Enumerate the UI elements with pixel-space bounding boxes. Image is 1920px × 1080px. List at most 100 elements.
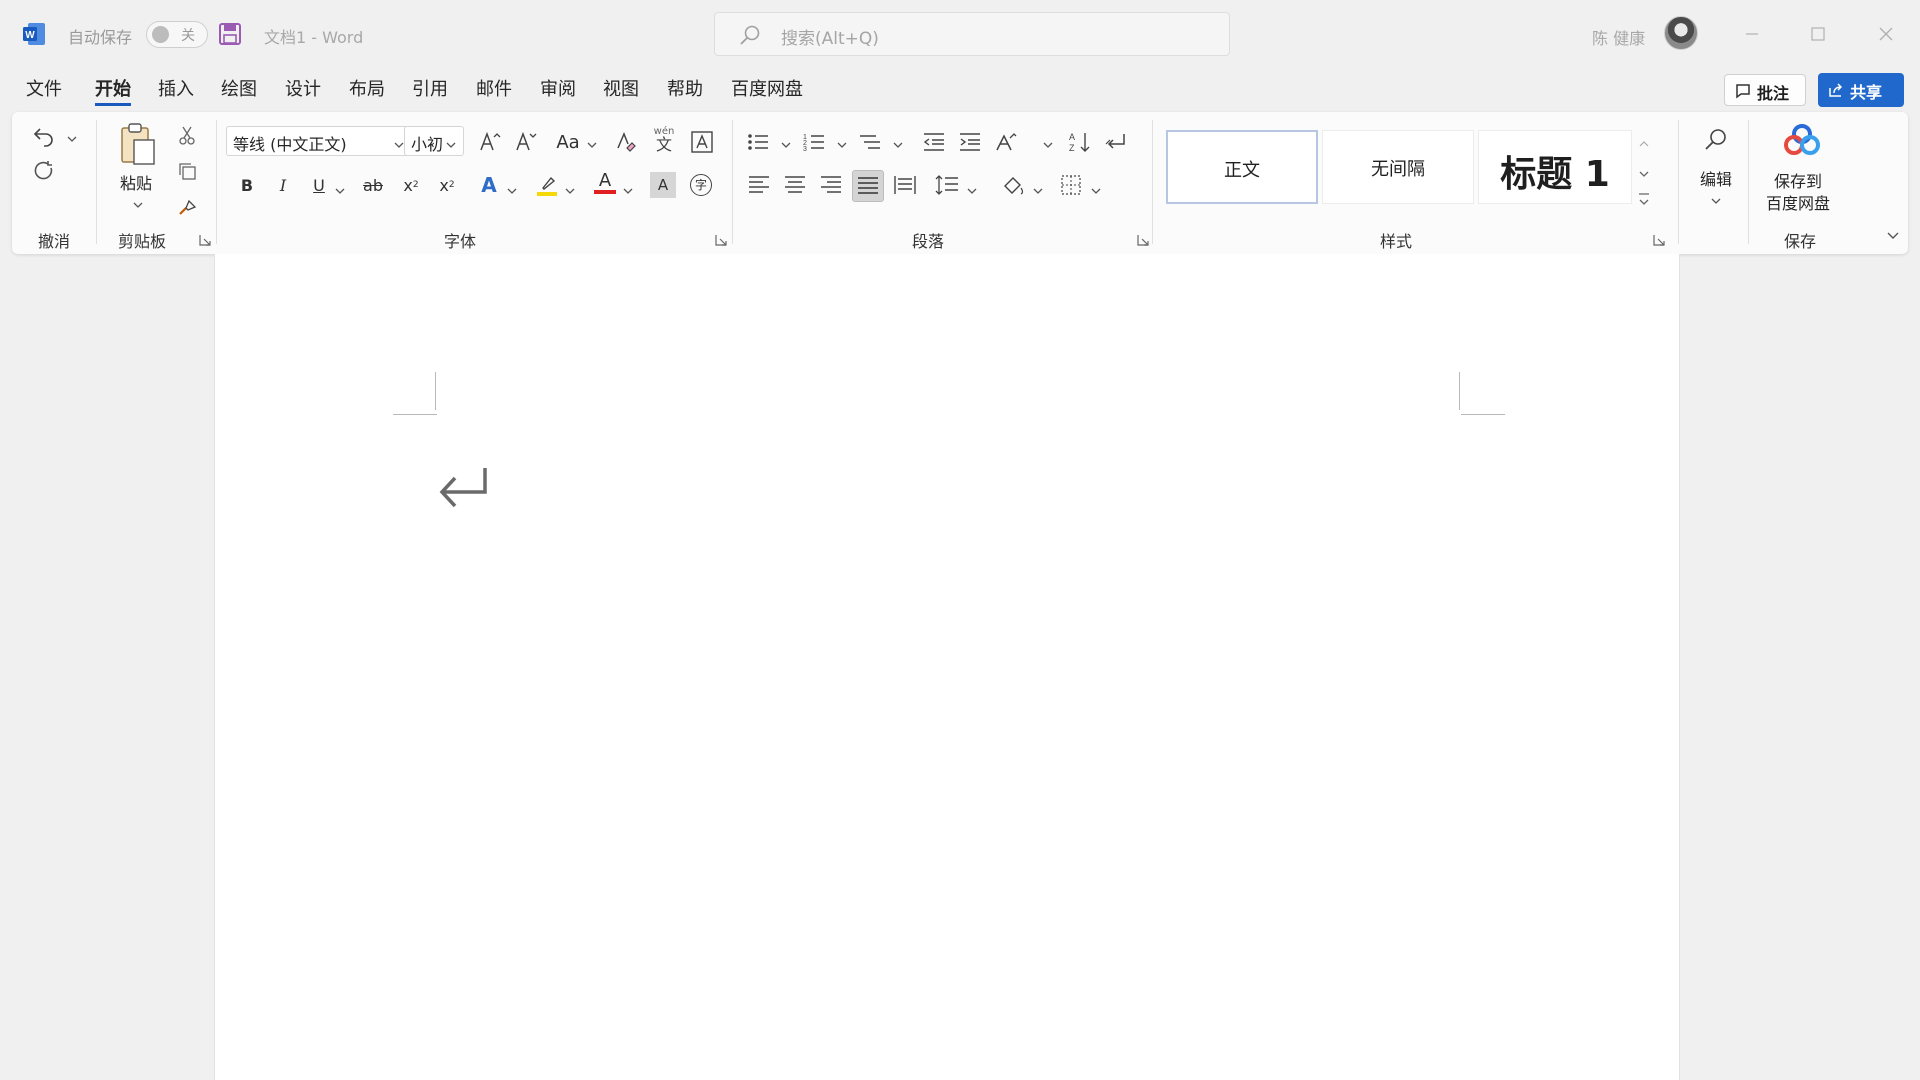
align-right-icon[interactable] bbox=[818, 172, 844, 198]
text-effects-dropdown-icon[interactable] bbox=[506, 182, 518, 194]
highlight-icon[interactable] bbox=[534, 172, 560, 198]
tab-file[interactable]: 文件 bbox=[26, 76, 62, 106]
phonetic-guide-button[interactable]: wén 文 bbox=[648, 124, 680, 156]
undo-dropdown-icon[interactable] bbox=[66, 130, 78, 142]
bullets-dropdown-icon[interactable] bbox=[780, 136, 792, 148]
autosave-toggle[interactable]: 关 bbox=[146, 21, 208, 48]
avatar[interactable] bbox=[1664, 16, 1698, 50]
align-center-icon[interactable] bbox=[782, 172, 808, 198]
tab-design[interactable]: 设计 bbox=[285, 76, 321, 106]
tab-home[interactable]: 开始 bbox=[95, 76, 131, 106]
save-group-label: 保存 bbox=[1784, 232, 1817, 251]
tab-insert[interactable]: 插入 bbox=[158, 76, 194, 106]
subscript-glyph: 2 bbox=[412, 180, 419, 190]
find-icon[interactable] bbox=[1700, 124, 1732, 156]
user-name[interactable]: 陈 健康 bbox=[1592, 25, 1645, 49]
shading-dropdown-icon[interactable] bbox=[1032, 182, 1044, 194]
character-border-icon[interactable] bbox=[686, 126, 718, 158]
justify-icon[interactable] bbox=[852, 170, 884, 202]
tab-references[interactable]: 引用 bbox=[412, 76, 448, 106]
bold-button[interactable]: B bbox=[234, 172, 260, 198]
distributed-icon[interactable] bbox=[892, 172, 918, 198]
tab-help[interactable]: 帮助 bbox=[667, 76, 703, 106]
enclose-characters-button[interactable]: 字 bbox=[688, 172, 714, 198]
font-launcher-icon[interactable] bbox=[714, 232, 728, 246]
save-icon[interactable] bbox=[218, 22, 242, 46]
cut-icon[interactable] bbox=[174, 122, 200, 148]
styles-gallery-scroll[interactable] bbox=[1634, 130, 1654, 212]
borders-icon[interactable] bbox=[1058, 172, 1084, 198]
sort-icon[interactable]: AZ bbox=[1064, 126, 1096, 158]
baidu-netdisk-icon[interactable] bbox=[1782, 122, 1822, 158]
tab-draw[interactable]: 绘图 bbox=[221, 76, 257, 106]
undo-icon[interactable] bbox=[28, 120, 60, 152]
align-left-icon[interactable] bbox=[746, 172, 772, 198]
redo-icon[interactable] bbox=[28, 156, 60, 188]
borders-dropdown-icon[interactable] bbox=[1090, 182, 1102, 194]
paste-dropdown-icon[interactable] bbox=[132, 196, 144, 208]
italic-button[interactable]: I bbox=[270, 172, 296, 198]
close-icon[interactable] bbox=[1868, 16, 1904, 52]
tab-view[interactable]: 视图 bbox=[603, 76, 639, 106]
format-painter-icon[interactable] bbox=[174, 194, 200, 220]
comments-button[interactable]: 批注 bbox=[1724, 74, 1806, 106]
underline-button[interactable]: U bbox=[306, 172, 332, 198]
multilevel-dropdown-icon[interactable] bbox=[892, 136, 904, 148]
editing-label[interactable]: 编辑 bbox=[1700, 166, 1732, 190]
increase-indent-icon[interactable] bbox=[954, 126, 986, 158]
change-case-button[interactable]: Aa bbox=[550, 126, 586, 158]
shrink-font-icon[interactable] bbox=[510, 126, 542, 158]
tab-baidu-netdisk[interactable]: 百度网盘 bbox=[731, 76, 803, 106]
maximize-icon[interactable] bbox=[1800, 16, 1836, 52]
document-page[interactable] bbox=[214, 254, 1680, 1080]
numbering-icon[interactable]: 123 bbox=[798, 126, 830, 158]
collapse-ribbon-icon[interactable] bbox=[1886, 228, 1899, 240]
style-normal[interactable]: 正文 bbox=[1166, 130, 1318, 204]
change-case-label: Aa bbox=[556, 131, 580, 153]
style-no-spacing[interactable]: 无间隔 bbox=[1322, 130, 1474, 204]
tab-review[interactable]: 审阅 bbox=[540, 76, 576, 106]
shading-icon[interactable] bbox=[1000, 172, 1026, 198]
paste-icon[interactable] bbox=[116, 120, 160, 168]
character-shading-button[interactable]: A bbox=[650, 172, 676, 198]
decrease-indent-icon[interactable] bbox=[918, 126, 950, 158]
share-button[interactable]: 共享 bbox=[1818, 73, 1904, 107]
numbering-dropdown-icon[interactable] bbox=[836, 136, 848, 148]
font-color-dropdown-icon[interactable] bbox=[622, 182, 634, 194]
grow-font-icon[interactable] bbox=[474, 126, 506, 158]
bullets-icon[interactable] bbox=[742, 126, 774, 158]
tab-mailings[interactable]: 邮件 bbox=[476, 76, 512, 106]
underline-dropdown-icon[interactable] bbox=[334, 182, 346, 194]
editing-dropdown-icon[interactable] bbox=[1710, 192, 1722, 204]
asian-layout-dropdown-icon[interactable] bbox=[1042, 136, 1054, 148]
save-to-baidu-label-2[interactable]: 百度网盘 bbox=[1766, 190, 1830, 214]
clear-formatting-icon[interactable] bbox=[610, 126, 642, 158]
font-color-button[interactable]: A bbox=[592, 170, 618, 196]
superscript-button[interactable]: x2 bbox=[434, 172, 460, 198]
font-name-combo[interactable]: 等线 (中文正文) bbox=[226, 126, 412, 156]
styles-launcher-icon[interactable] bbox=[1652, 232, 1666, 246]
style-heading-1[interactable]: 标题 1 bbox=[1478, 130, 1632, 204]
save-to-baidu-label-1[interactable]: 保存到 bbox=[1774, 168, 1822, 192]
show-formatting-marks-icon[interactable] bbox=[1100, 126, 1132, 158]
paragraph-launcher-icon[interactable] bbox=[1136, 232, 1150, 246]
asian-layout-icon[interactable] bbox=[990, 126, 1022, 158]
line-spacing-icon[interactable] bbox=[934, 172, 960, 198]
subscript-button[interactable]: x2 bbox=[398, 172, 424, 198]
minimize-icon[interactable] bbox=[1734, 16, 1770, 52]
line-spacing-dropdown-icon[interactable] bbox=[966, 182, 978, 194]
text-effects-button[interactable]: A bbox=[476, 172, 502, 198]
change-case-dropdown-icon[interactable] bbox=[586, 136, 598, 148]
multilevel-list-icon[interactable] bbox=[854, 126, 886, 158]
font-size-combo[interactable]: 小初 bbox=[404, 126, 464, 156]
paragraph-mark-icon bbox=[437, 464, 489, 510]
copy-icon[interactable] bbox=[174, 158, 200, 184]
highlight-dropdown-icon[interactable] bbox=[564, 182, 576, 194]
clipboard-launcher-icon[interactable] bbox=[198, 232, 212, 246]
tab-layout[interactable]: 布局 bbox=[349, 76, 385, 106]
strikethrough-button[interactable]: ab bbox=[360, 172, 386, 198]
search-box[interactable]: 搜索(Alt+Q) bbox=[714, 12, 1230, 56]
search-placeholder: 搜索(Alt+Q) bbox=[781, 29, 879, 49]
font-name-value: 等线 (中文正文) bbox=[233, 135, 347, 154]
paste-label[interactable]: 粘贴 bbox=[120, 170, 152, 194]
